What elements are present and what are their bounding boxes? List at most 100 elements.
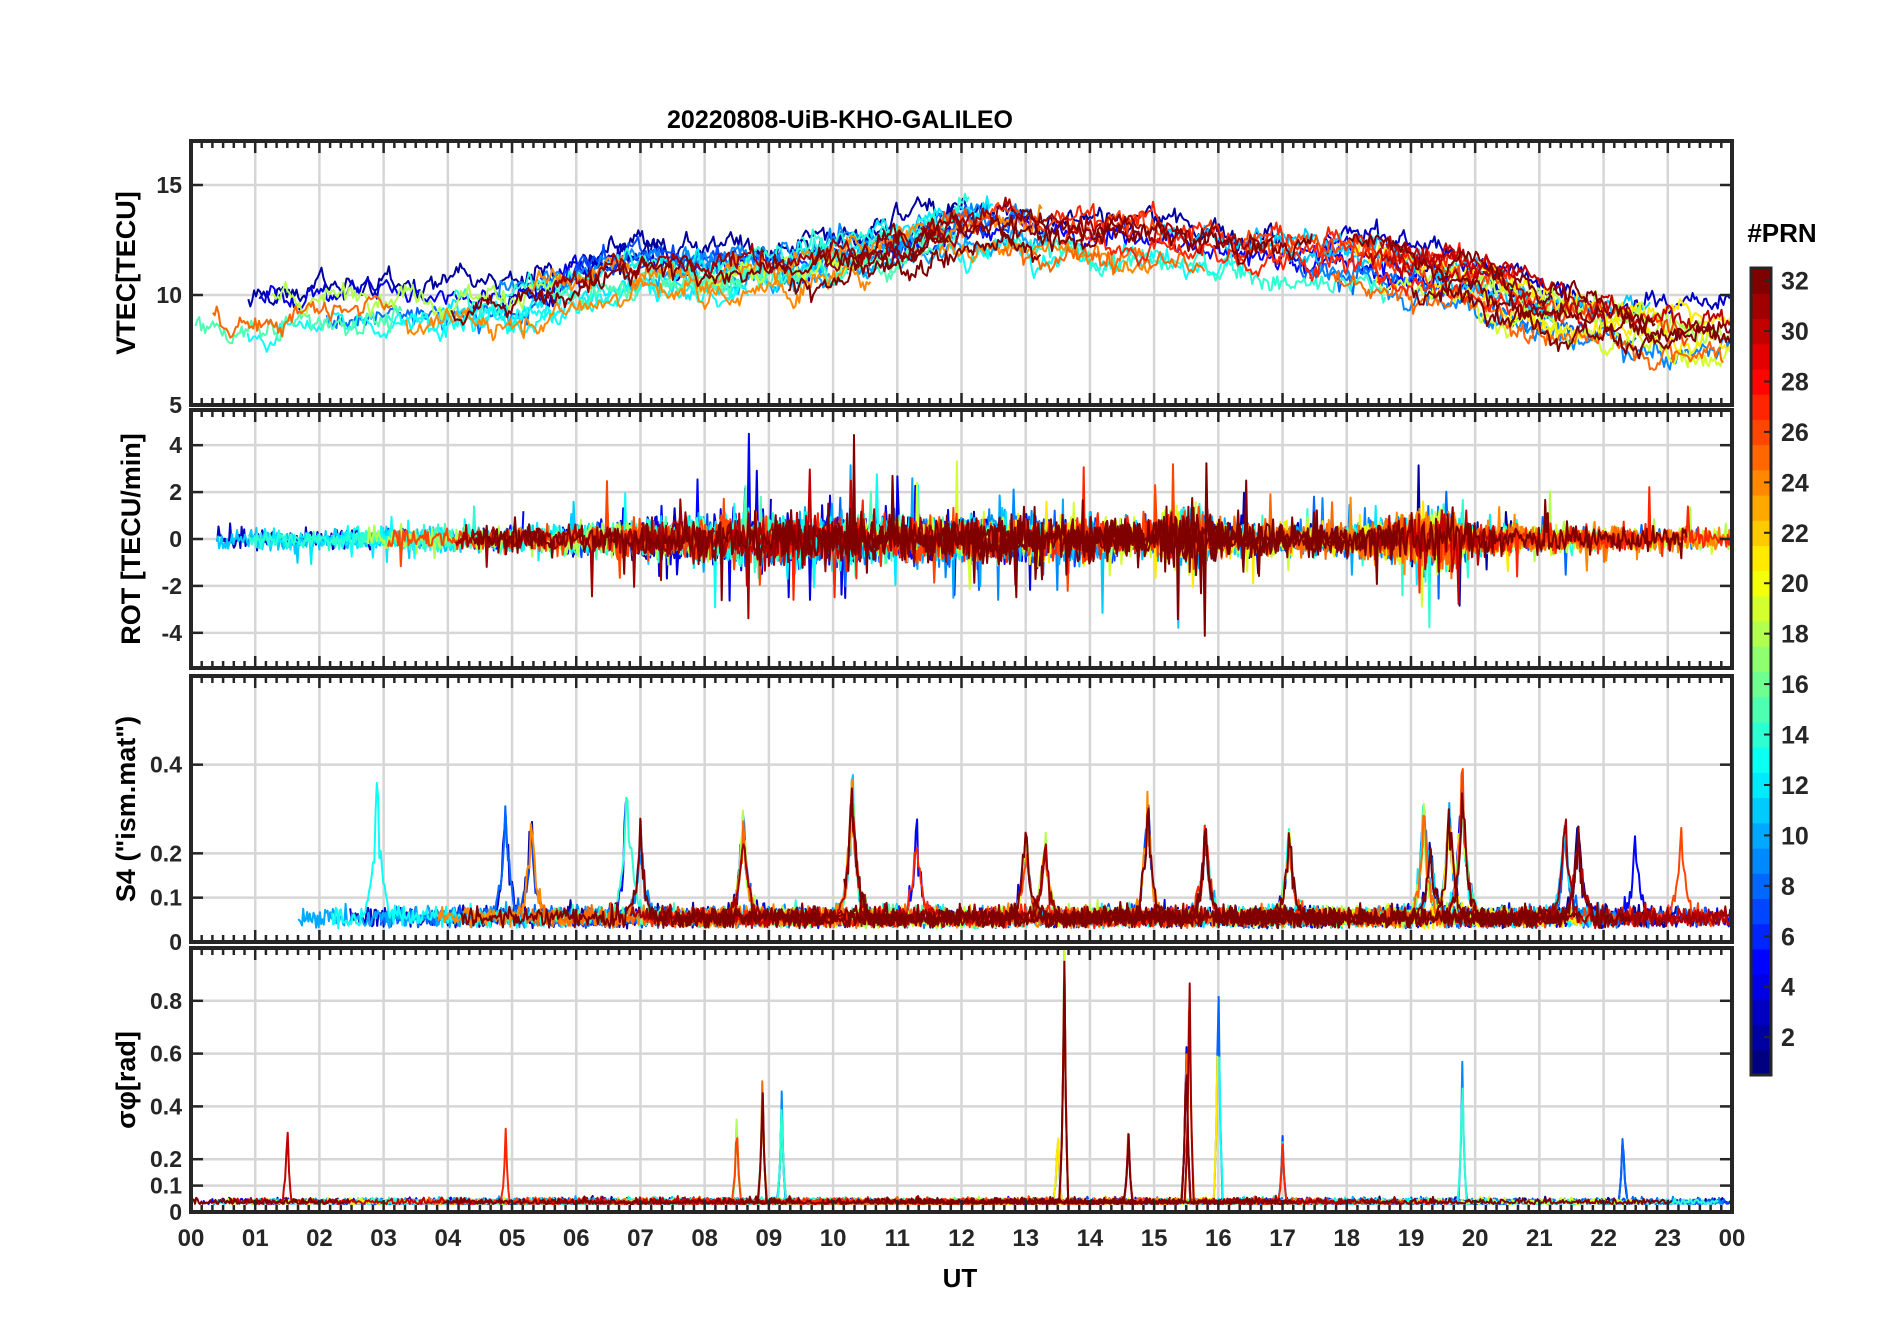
rot-y-tick-label: 4 xyxy=(169,432,182,458)
x-tick-label: 15 xyxy=(1141,1225,1168,1252)
rot-series-group xyxy=(215,432,1732,637)
colorbar-step xyxy=(1751,293,1771,320)
panel-sigma: 00.10.2 0.4 0.6 0.8 σφ[rad] xyxy=(111,946,1734,1225)
sigma-series-prn-27 xyxy=(768,971,1129,1206)
x-tick-label: 23 xyxy=(1654,1225,1681,1252)
rot-series-prn-34 xyxy=(471,434,954,602)
colorbar-step xyxy=(1751,696,1771,723)
colorbar-step xyxy=(1751,797,1771,824)
sigma-series-prn-34 xyxy=(822,1133,1152,1206)
colorbar-tick-label: 16 xyxy=(1781,671,1809,699)
chart-canvas: 20220808-UiB-KHO-GALILEO UT #PRN 5 10 15 VT… xyxy=(111,106,1817,1293)
sigma-series-prn-27 xyxy=(1260,1143,1455,1206)
rot-y-tick-label: 2 xyxy=(169,479,182,505)
colorbar-step xyxy=(1751,898,1771,925)
sigma-series-prn-4 xyxy=(958,1046,1271,1206)
vtec-y-tick-label: 15 xyxy=(156,172,182,198)
sigma-series-prn-19 xyxy=(1056,948,1254,1205)
x-tick-label: 06 xyxy=(563,1225,590,1252)
x-tick-label: 19 xyxy=(1398,1225,1425,1252)
colorbar-tick-label: 28 xyxy=(1781,368,1809,396)
panel-s4: 0 0.1 0.2 0.4 S4 ("ism.mat") xyxy=(111,674,1734,955)
colorbar-step xyxy=(1751,343,1771,370)
colorbar-step xyxy=(1751,646,1771,673)
colorbar-tick-label: 6 xyxy=(1781,923,1795,951)
rot-y-tick-label: -4 xyxy=(162,620,183,646)
colorbar-step xyxy=(1751,999,1771,1026)
x-tick-label: 16 xyxy=(1205,1225,1232,1252)
sigma-y-tick-label: 0.8 xyxy=(150,988,182,1014)
colorbar-step xyxy=(1751,848,1771,874)
vtec-series-group xyxy=(194,192,1732,371)
colorbar-step xyxy=(1751,394,1771,420)
x-tick-label: 00 xyxy=(1719,1225,1746,1252)
panel-vtec: 5 10 15 VTEC[TECU] xyxy=(111,139,1734,418)
colorbar-tick-label: 22 xyxy=(1781,520,1809,548)
s4-y-axis-label: S4 ("ism.mat") xyxy=(111,716,141,902)
x-tick-labels: 00 01 02 03 04 05 06 07 08 09 10 11 12 13 14 15 16 17 18 19… xyxy=(178,1225,1746,1252)
colorbar-tick-label: 32 xyxy=(1781,268,1809,296)
sigma-series-prn-5 xyxy=(992,1146,1283,1206)
colorbar-tick-label: 30 xyxy=(1781,318,1809,346)
x-tick-label: 07 xyxy=(627,1225,654,1252)
sigma-series-prn-12 xyxy=(1158,1141,1420,1206)
rot-y-tick-label: 0 xyxy=(169,526,182,552)
colorbar-step xyxy=(1751,444,1771,471)
colorbar-tick-label: 18 xyxy=(1781,621,1809,649)
colorbar-tick-label: 10 xyxy=(1781,822,1809,850)
sigma-series-prn-14 xyxy=(531,1109,841,1206)
vtec-y-tick-label: 5 xyxy=(169,392,182,418)
colorbar: 2468101214161820222426283032 xyxy=(1749,266,1809,1077)
x-axis-label: UT xyxy=(943,1263,978,1293)
x-tick-label: 18 xyxy=(1333,1225,1360,1252)
sigma-grid xyxy=(189,948,1734,1214)
colorbar-step xyxy=(1751,595,1771,622)
x-tick-label: 12 xyxy=(948,1225,975,1252)
sigma-series-prn-31 xyxy=(1103,982,1353,1206)
x-tick-label: 10 xyxy=(820,1225,847,1252)
sigma-series-prn-8 xyxy=(1373,1138,1714,1206)
x-tick-label: 02 xyxy=(306,1225,333,1252)
colorbar-label: #PRN xyxy=(1747,218,1816,248)
x-tick-label: 22 xyxy=(1590,1225,1617,1252)
rot-y-tick-label: -2 xyxy=(162,573,182,599)
colorbar-step xyxy=(1751,948,1771,975)
sigma-y-tick-label: 0.6 xyxy=(150,1041,182,1067)
x-tick-label: 11 xyxy=(885,1225,910,1252)
colorbar-tick-label: 20 xyxy=(1781,570,1809,598)
x-tick-label: 00 xyxy=(178,1225,205,1252)
rot-y-axis-label: ROT [TECU/min] xyxy=(116,433,146,644)
sigma-series-prn-11 xyxy=(368,1126,845,1206)
sigma-series-prn-13 xyxy=(1218,1056,1413,1206)
s4-y-tick-label: 0.1 xyxy=(150,885,182,911)
x-tick-label: 09 xyxy=(756,1225,783,1252)
sigma-series-prn-33 xyxy=(442,1092,807,1206)
sigma-series-prn-8 xyxy=(1038,995,1495,1206)
x-tick-label: 03 xyxy=(370,1225,397,1252)
x-tick-label: 17 xyxy=(1269,1225,1296,1252)
sigma-series-prn-27 xyxy=(449,1127,928,1205)
colorbar-tick-label: 14 xyxy=(1781,722,1809,750)
x-tick-label: 01 xyxy=(242,1225,269,1252)
x-tick-label: 20 xyxy=(1462,1225,1489,1252)
colorbar-step xyxy=(1751,747,1771,773)
sigma-y-tick-label: 0.4 xyxy=(150,1093,182,1119)
sigma-y-tick-label: 0.2 xyxy=(150,1146,182,1172)
vtec-y-tick-label: 10 xyxy=(156,282,182,308)
colorbar-step xyxy=(1751,1049,1771,1076)
s4-y-tick-label: 0 xyxy=(169,929,182,955)
s4-y-tick-label: 0.4 xyxy=(150,752,182,778)
sigma-series-prn-26 xyxy=(946,1133,1281,1206)
plot-layer: 51015VTEC[TECU]-4-2024ROT [TECU/min]00.1… xyxy=(111,139,1809,1252)
colorbar-tick-label: 4 xyxy=(1781,974,1795,1002)
sigma-series-prn-2 xyxy=(1257,1144,1732,1206)
x-tick-label: 05 xyxy=(499,1225,526,1252)
x-tick-label: 21 xyxy=(1526,1225,1553,1252)
colorbar-step xyxy=(1751,494,1771,521)
colorbar-tick-label: 2 xyxy=(1781,1024,1795,1052)
x-tick-label: 04 xyxy=(434,1225,461,1252)
sigma-series-prn-36 xyxy=(753,960,1239,1206)
sigma-series-prn-15 xyxy=(668,1101,1044,1206)
colorbar-step xyxy=(1751,545,1771,572)
sigma-y-axis-label: σφ[rad] xyxy=(111,1031,141,1129)
